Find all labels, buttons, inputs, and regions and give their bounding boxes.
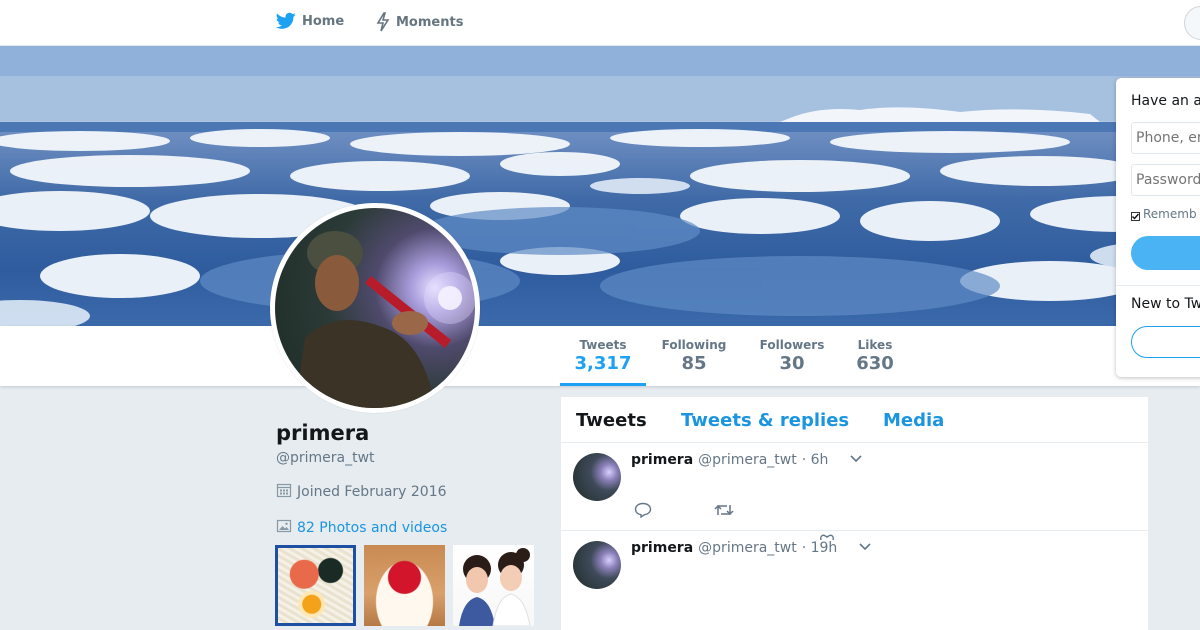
stat-tweets[interactable]: Tweets 3,317 (560, 338, 646, 386)
profile-nav: Tweets 3,317 Following 85 Followers 30 L… (0, 326, 1200, 386)
chevron-down-icon[interactable] (849, 452, 863, 468)
joined-text: Joined February 2016 (297, 484, 447, 500)
user-menu-button[interactable] (1184, 6, 1200, 40)
stat-following-label: Following (661, 338, 727, 352)
remember-checkbox[interactable] (1131, 211, 1140, 221)
login-divider (1116, 285, 1200, 286)
tweet-item[interactable]: primera @primera_twt · 19h (561, 531, 1148, 630)
stat-likes-label: Likes (857, 338, 893, 352)
tweet-author-name[interactable]: primera (631, 540, 693, 556)
signup-button[interactable] (1131, 326, 1200, 358)
tweet-author-handle[interactable]: @primera_twt (698, 452, 797, 468)
profile-name: primera (276, 421, 370, 445)
stat-following[interactable]: Following 85 (655, 338, 733, 374)
image-icon (276, 518, 292, 538)
tweet-avatar[interactable] (573, 541, 621, 589)
calendar-icon (276, 482, 292, 502)
tweet-timestamp[interactable]: · 6h (802, 452, 829, 468)
stat-followers-value: 30 (779, 353, 805, 374)
tweet-header: primera @primera_twt · 6h (631, 452, 863, 468)
login-title: Have an a (1131, 93, 1200, 109)
tweet-author-handle[interactable]: @primera_twt (698, 540, 797, 556)
top-navigation: Home Moments (0, 0, 1200, 46)
new-to-twitter-text: New to Tw (1131, 296, 1200, 312)
reply-icon[interactable] (634, 502, 652, 522)
lightning-icon (376, 12, 390, 32)
stat-likes-value: 630 (856, 353, 894, 374)
nav-moments-label: Moments (396, 14, 464, 30)
timeline-tabs: Tweets Tweets & replies Media (561, 397, 1148, 443)
tweets-timeline: Tweets Tweets & replies Media primera @p… (561, 397, 1148, 630)
remember-label: Rememb (1143, 207, 1197, 221)
photo-thumbnail-dessert[interactable] (364, 545, 445, 626)
tweet-header: primera @primera_twt · 19h (631, 540, 872, 556)
photos-videos-link[interactable]: 82 Photos and videos (276, 518, 447, 538)
profile-handle: @primera_twt (276, 450, 375, 466)
tab-media[interactable]: Media (883, 410, 944, 431)
password-input[interactable] (1131, 164, 1200, 196)
tab-tweets[interactable]: Tweets (576, 410, 647, 431)
avatar-photo (275, 208, 475, 408)
tweet-actions (634, 502, 734, 522)
nav-home-label: Home (302, 13, 345, 29)
stat-likes[interactable]: Likes 630 (848, 338, 902, 374)
login-button[interactable] (1131, 236, 1200, 270)
tweet-author-name[interactable]: primera (631, 452, 693, 468)
remember-me[interactable]: Rememb (1131, 207, 1197, 221)
photo-thumbnail-food[interactable] (275, 545, 356, 626)
header-banner-image (0, 46, 1200, 326)
profile-avatar[interactable] (270, 203, 480, 413)
stat-followers-label: Followers (759, 338, 825, 352)
login-card: Have an a Rememb New to Tw (1116, 78, 1200, 377)
tweet-timestamp[interactable]: · 19h (802, 540, 838, 556)
nav-home[interactable]: Home (276, 12, 344, 30)
photos-videos-label: 82 Photos and videos (297, 520, 448, 536)
stat-tweets-label: Tweets (579, 338, 627, 352)
tweet-item[interactable]: primera @primera_twt · 6h (561, 443, 1148, 541)
stat-tweets-value: 3,317 (574, 353, 632, 374)
photo-thumbnail-people[interactable] (453, 545, 534, 626)
chevron-down-icon[interactable] (858, 540, 872, 556)
nav-moments[interactable]: Moments (376, 12, 463, 32)
bird-icon (276, 12, 296, 30)
retweet-icon[interactable] (714, 502, 734, 522)
tab-tweets-and-replies[interactable]: Tweets & replies (681, 410, 849, 431)
stat-followers[interactable]: Followers 30 (752, 338, 832, 374)
stat-following-value: 85 (681, 353, 707, 374)
phone-email-input[interactable] (1131, 122, 1200, 154)
joined-date: Joined February 2016 (276, 482, 447, 502)
tweet-avatar[interactable] (573, 453, 621, 501)
